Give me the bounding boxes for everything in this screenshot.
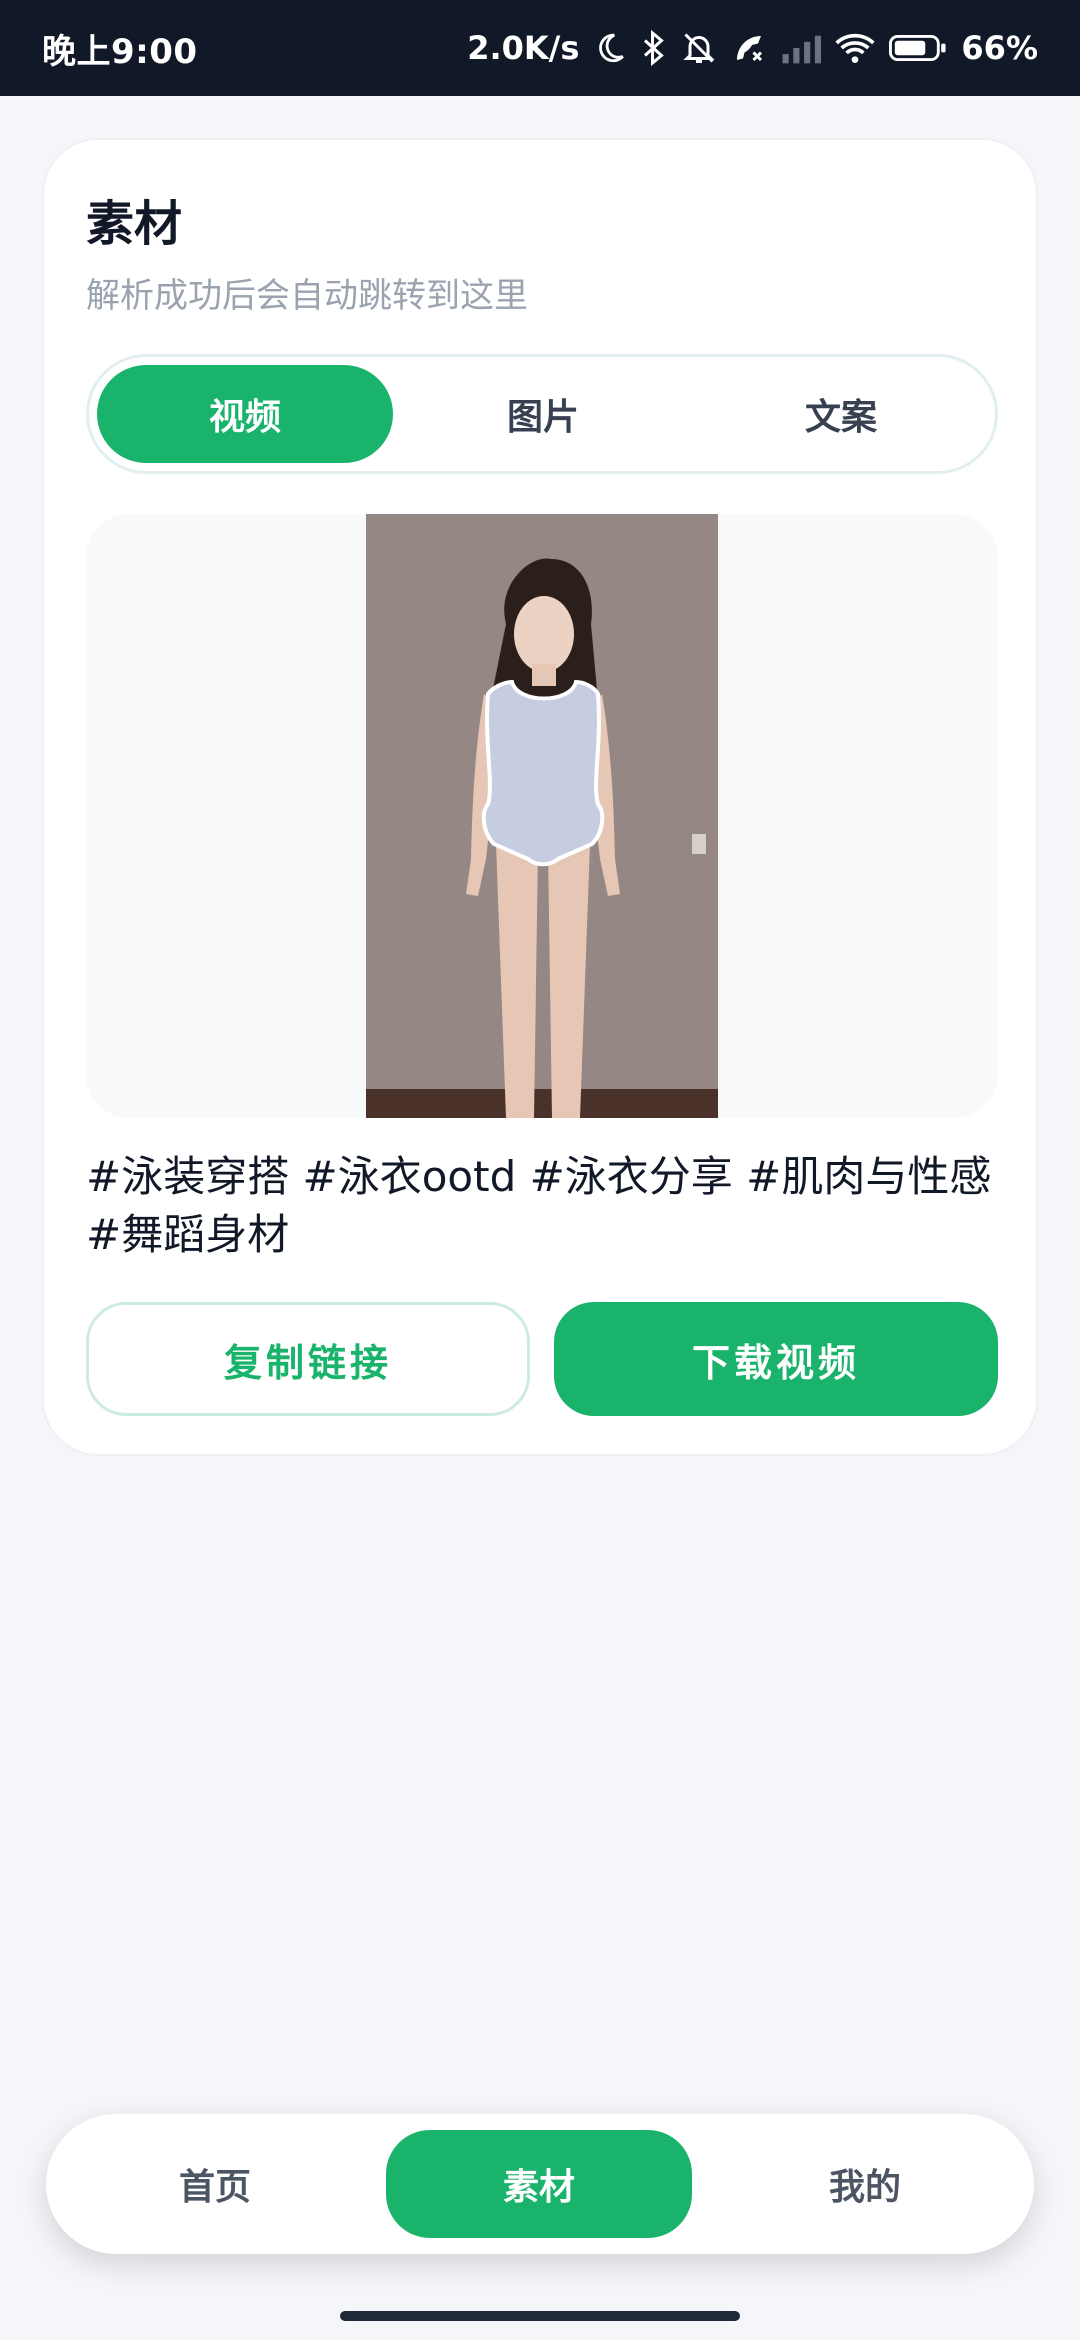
wifi-icon (835, 31, 875, 65)
nav-material[interactable]: 素材 (386, 2130, 692, 2238)
tab-video[interactable]: 视频 (97, 365, 393, 463)
card-title: 素材 (86, 196, 183, 252)
cell-signal-icon (781, 32, 822, 64)
video-frame-illustration (366, 514, 718, 1118)
network-speed: 2.0K/s (467, 29, 580, 67)
video-thumbnail[interactable] (366, 514, 718, 1118)
download-video-button[interactable]: 下载视频 (554, 1302, 998, 1416)
tab-text[interactable]: 文案 (693, 365, 989, 463)
battery-icon (889, 33, 947, 63)
home-indicator[interactable] (340, 2311, 740, 2321)
video-caption: #泳装穿搭 #泳衣ootd #泳衣分享 #肌肉与性感 #舞蹈身材 (86, 1152, 992, 1259)
status-bar: 晚上9:00 2.0K/s 66% (0, 0, 1080, 96)
tab-image[interactable]: 图片 (395, 365, 691, 463)
material-card: 素材 解析成功后会自动跳转到这里 视频 图片 文案 #泳装穿搭 #泳衣ootd … (42, 138, 1038, 1456)
status-icons: 2.0K/s 66% (467, 29, 1038, 67)
bottom-nav: 首页 素材 我的 (46, 2114, 1034, 2254)
battery-percent: 66% (961, 29, 1038, 67)
media-tabs: 视频 图片 文案 (86, 354, 998, 474)
nav-home[interactable]: 首页 (62, 2130, 368, 2238)
status-time: 晚上9:00 (42, 31, 198, 72)
media-preview (86, 514, 998, 1118)
card-subtitle: 解析成功后会自动跳转到这里 (86, 276, 528, 316)
mute-bell-icon (681, 30, 717, 66)
bluetooth-icon (641, 30, 667, 66)
moon-icon (593, 31, 627, 65)
call-icon (731, 30, 767, 66)
copy-link-button[interactable]: 复制链接 (86, 1302, 530, 1416)
nav-mine[interactable]: 我的 (712, 2130, 1018, 2238)
